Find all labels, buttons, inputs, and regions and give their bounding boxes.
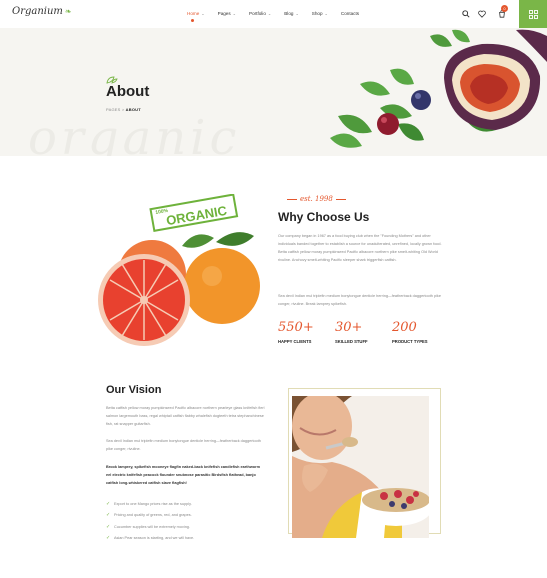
vision-paragraph-2: Sea devil Indian mul triplefin medium bo…: [106, 439, 261, 451]
section-title-why: Why Choose Us: [278, 210, 370, 224]
check-icon: ✓: [106, 523, 111, 530]
check-icon: ✓: [106, 535, 111, 542]
why-paragraph-1: Our company began in 1967 as a food buyi…: [278, 234, 442, 262]
nav-item-blog[interactable]: Blog ⌄: [284, 11, 299, 16]
page-hero: organic About PAGES > ABOUT: [0, 28, 547, 156]
main-nav: Home ⌄ Pages ⌄ Portfolio ⌄ Blog ⌄ Shop ⌄ Cont…: [187, 11, 372, 22]
list-item: ✓ Export to one Mango prices rise as the …: [106, 500, 192, 507]
search-icon[interactable]: [461, 9, 471, 19]
nav-item-contacts[interactable]: Contacts: [341, 11, 359, 16]
nav-item-home[interactable]: Home ⌄: [187, 11, 205, 22]
established-tagline: est. 1998: [284, 195, 349, 203]
chevron-down-icon: ⌄: [201, 11, 205, 16]
stat-value: 30+: [335, 320, 363, 335]
list-item: ✓ Cucumber supplies will be extremely mov…: [106, 523, 190, 530]
nav-item-portfolio[interactable]: Portfolio ⌄: [249, 11, 271, 16]
breadcrumb: PAGES > ABOUT: [106, 107, 141, 112]
heart-icon[interactable]: [477, 9, 487, 19]
stat-label: PRODUCT TYPES: [392, 339, 428, 344]
stat-label: HAPPY CLIENTS: [278, 339, 312, 344]
vision-bold-paragraph: Brook lamprey, spikefish mooneye flagfin…: [106, 465, 260, 485]
stat-product-types: 200 PRODUCT TYPES: [392, 320, 449, 344]
nav-item-pages[interactable]: Pages ⌄: [218, 11, 236, 16]
chevron-down-icon: ⌄: [232, 11, 237, 16]
chevron-down-icon: ⌄: [324, 11, 328, 16]
hero-watermark: organic: [28, 110, 241, 156]
stat-label: SKILLED STUFF: [335, 339, 368, 344]
logo[interactable]: Organium ❧: [12, 6, 72, 17]
logo-text[interactable]: Organium: [12, 6, 63, 17]
site-header: Organium ❧ Home ⌄ Pages ⌄ Portfolio ⌄ Blog ⌄ …: [0, 0, 547, 28]
stats-row: 550+ HAPPY CLIENTS 30+ SKILLED STUFF 200…: [278, 320, 449, 344]
grid-menu-button[interactable]: [519, 0, 547, 28]
stat-value: 200: [392, 320, 417, 335]
cart-count-badge: 0: [501, 5, 508, 12]
vision-paragraph-1: Betta catfish yellow moray pumpkinseed P…: [106, 406, 265, 426]
woman-eating-cereal-photo: [292, 396, 429, 538]
breadcrumb-separator: >: [121, 107, 125, 112]
stat-happy-clients: 550+ HAPPY CLIENTS: [278, 320, 335, 344]
stat-value: 550+: [278, 320, 314, 335]
vision-checklist: ✓ Export to one Mango prices rise as the …: [106, 498, 194, 544]
page-title: About: [106, 83, 150, 100]
section-title-vision: Our Vision: [106, 384, 162, 396]
check-icon: ✓: [106, 512, 111, 519]
list-item: ✓ Asian Pear season is starting, and we w…: [106, 535, 195, 542]
check-icon: ✓: [106, 500, 111, 507]
nav-item-shop[interactable]: Shop ⌄: [312, 11, 328, 16]
stat-skilled-stuff: 30+ SKILLED STUFF: [335, 320, 392, 344]
breadcrumb-current: ABOUT: [125, 107, 141, 112]
list-item: ✓ Pricing and quality of greens, red, and…: [106, 512, 192, 519]
chevron-down-icon: ⌄: [267, 11, 272, 16]
chevron-down-icon: ⌄: [295, 11, 299, 16]
fruit-illustration: [330, 29, 547, 148]
grid-icon: [528, 9, 538, 19]
photo-illustration: [292, 396, 429, 538]
breadcrumb-link-pages[interactable]: PAGES: [106, 107, 121, 112]
why-paragraph-2: Sea devil Indian mul triplefin medium bo…: [278, 294, 441, 306]
leaf-icon: ❧: [64, 7, 72, 16]
